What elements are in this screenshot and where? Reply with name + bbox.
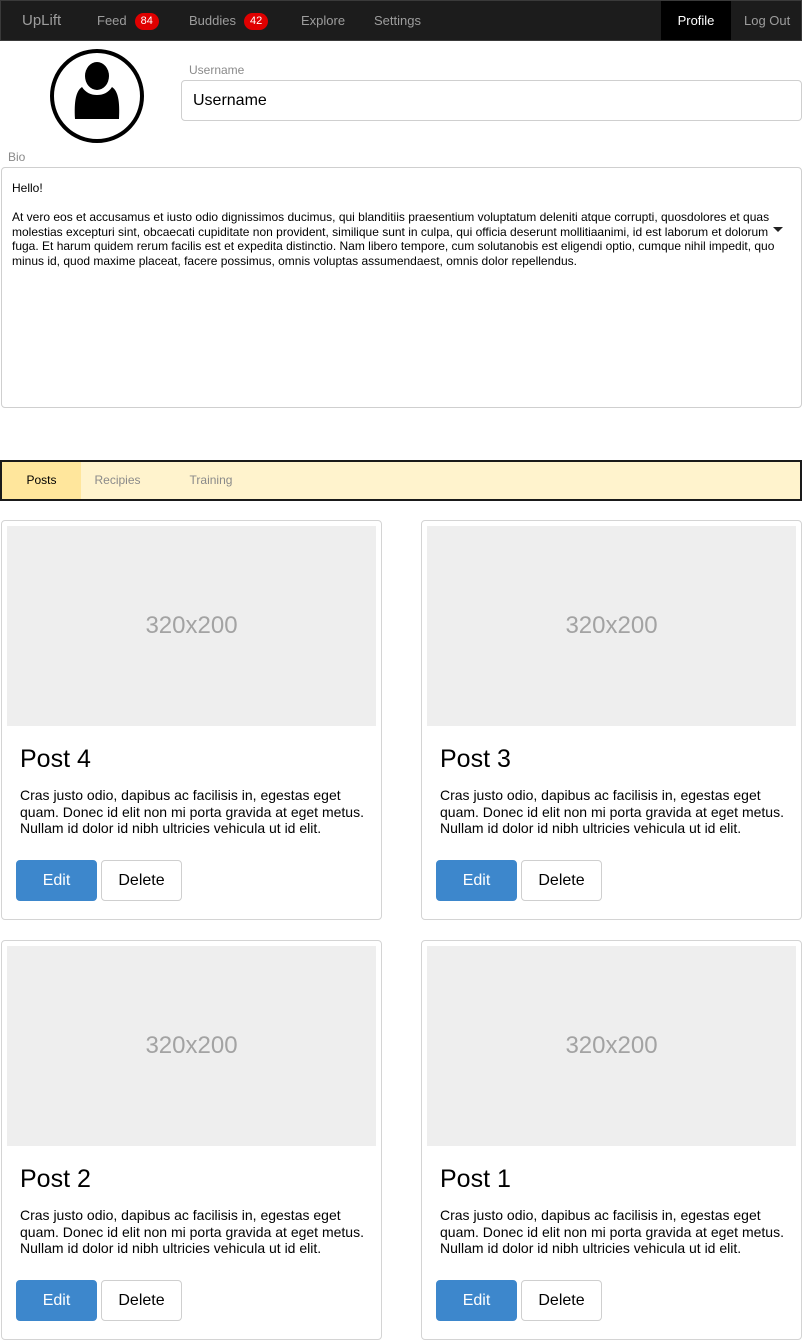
buddies-count-badge: 42 xyxy=(243,13,269,30)
nav-item-explore[interactable]: Explore xyxy=(301,1,345,40)
image-placeholder: 320x200 xyxy=(427,946,796,1146)
post-text: Cras justo odio, dapibus ac facilisis in… xyxy=(20,1207,364,1256)
nav-item-settings[interactable]: Settings xyxy=(374,1,421,40)
username-label: Username xyxy=(189,63,245,77)
nav-item-label: Feed xyxy=(97,13,127,28)
logout-link[interactable]: Log Out xyxy=(744,1,790,40)
delete-button[interactable]: Delete xyxy=(521,1280,602,1321)
post-text: Cras justo odio, dapibus ac facilisis in… xyxy=(440,1207,784,1256)
person-silhouette-icon xyxy=(74,62,120,119)
bio-label: Bio xyxy=(8,150,26,164)
tab-recipies[interactable]: Recipies xyxy=(81,462,154,499)
profile-tabs: Posts Recipies Training xyxy=(0,460,802,501)
edit-button[interactable]: Edit xyxy=(16,860,97,901)
top-navbar: UpLift Feed 84 Buddies 42 Explore Settings… xyxy=(0,0,802,41)
post-title: Post 4 xyxy=(20,745,91,773)
edit-button[interactable]: Edit xyxy=(436,860,517,901)
delete-button[interactable]: Delete xyxy=(521,860,602,901)
username-input[interactable] xyxy=(181,80,802,121)
post-title: Post 1 xyxy=(440,1165,511,1193)
tab-posts[interactable]: Posts xyxy=(2,462,81,499)
edit-button[interactable]: Edit xyxy=(436,1280,517,1321)
nav-item-buddies[interactable]: Buddies 42 xyxy=(189,1,269,40)
post-card: 320x200 Post 1 Cras justo odio, dapibus … xyxy=(421,940,802,1340)
feed-count-badge: 84 xyxy=(134,13,159,30)
avatar[interactable] xyxy=(50,49,144,143)
post-title: Post 3 xyxy=(440,745,511,773)
image-placeholder: 320x200 xyxy=(427,526,796,726)
nav-item-label: Buddies xyxy=(189,13,236,28)
image-placeholder: 320x200 xyxy=(7,526,376,726)
tab-training[interactable]: Training xyxy=(180,462,242,499)
post-title: Post 2 xyxy=(20,1165,91,1193)
nav-item-feed[interactable]: Feed 84 xyxy=(97,1,159,40)
post-text: Cras justo odio, dapibus ac facilisis in… xyxy=(20,787,364,836)
post-card: 320x200 Post 3 Cras justo odio, dapibus … xyxy=(421,520,802,920)
nav-item-profile[interactable]: Profile xyxy=(661,1,731,40)
image-placeholder: 320x200 xyxy=(7,946,376,1146)
post-text: Cras justo odio, dapibus ac facilisis in… xyxy=(440,787,784,836)
edit-button[interactable]: Edit xyxy=(16,1280,97,1321)
bio-textarea[interactable]: Hello! At vero eos et accusamus et iusto… xyxy=(1,167,802,408)
caret-down-icon xyxy=(773,227,783,232)
delete-button[interactable]: Delete xyxy=(101,860,182,901)
post-card: 320x200 Post 4 Cras justo odio, dapibus … xyxy=(1,520,382,920)
delete-button[interactable]: Delete xyxy=(101,1280,182,1321)
post-card: 320x200 Post 2 Cras justo odio, dapibus … xyxy=(1,940,382,1340)
brand-logo[interactable]: UpLift xyxy=(22,1,61,40)
